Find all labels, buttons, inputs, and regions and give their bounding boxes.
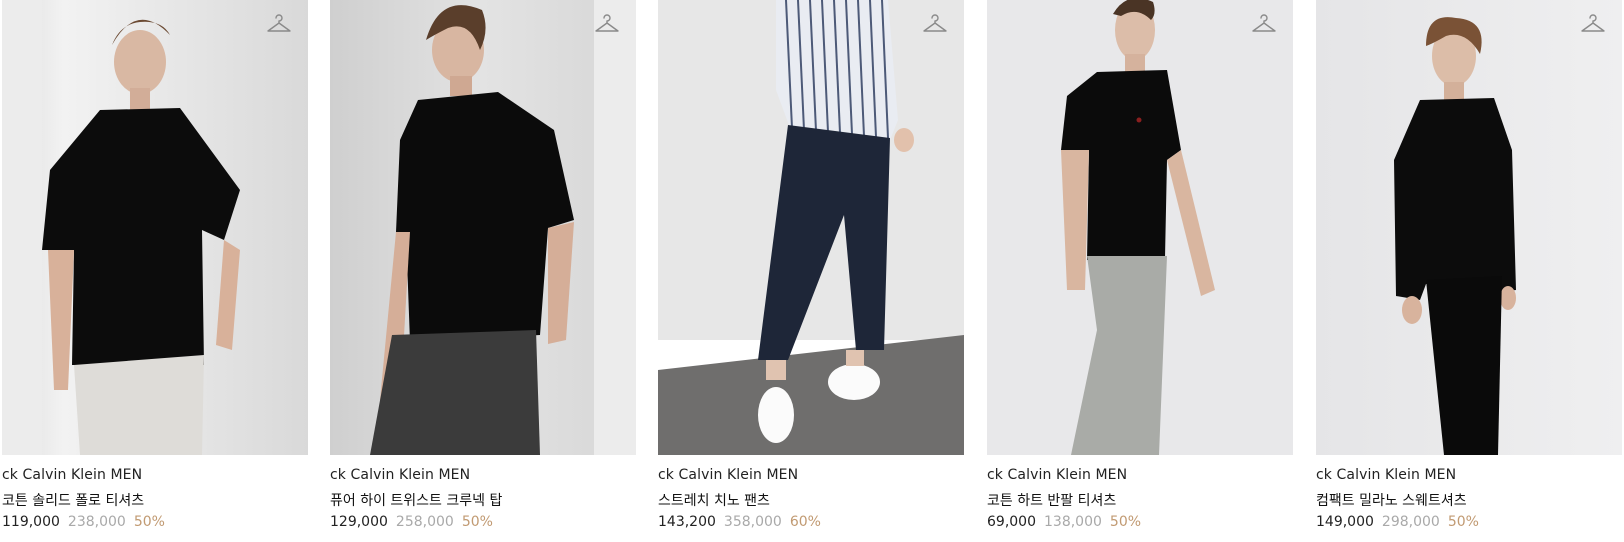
brand-name[interactable]: ck Calvin Klein MEN — [658, 467, 798, 483]
product-card[interactable]: ck Calvin Klein MEN 스트레치 치노 팬츠 143,200 35… — [658, 0, 964, 542]
hanger-icon[interactable] — [1580, 12, 1606, 34]
product-image[interactable] — [330, 0, 636, 455]
brand-name[interactable]: ck Calvin Klein MEN — [987, 467, 1127, 483]
product-photo-sweatshirt — [1316, 0, 1622, 455]
product-photo-polo — [2, 0, 308, 455]
discount-rate: 50% — [461, 514, 493, 530]
brand-name[interactable]: ck Calvin Klein MEN — [1316, 467, 1456, 483]
sale-price: 129,000 — [330, 514, 388, 530]
hanger-icon[interactable] — [594, 12, 620, 34]
original-price: 138,000 — [1044, 514, 1102, 530]
product-image[interactable] — [658, 0, 964, 455]
price-row: 129,000 258,000 50% — [330, 514, 493, 530]
product-grid: ck Calvin Klein MEN 코튼 솔리드 폴로 티셔츠 119,00… — [0, 0, 1624, 542]
product-photo-chino — [658, 0, 964, 455]
price-row: 119,000 238,000 50% — [2, 514, 165, 530]
product-name[interactable]: 컴팩트 밀라노 스웨트셔츠 — [1316, 490, 1467, 510]
original-price: 258,000 — [395, 514, 454, 530]
product-name[interactable]: 퓨어 하이 트위스트 크루넥 탑 — [330, 490, 502, 510]
price-row: 143,200 358,000 60% — [658, 514, 821, 530]
product-image[interactable] — [987, 0, 1293, 455]
product-name[interactable]: 스트레치 치노 팬츠 — [658, 490, 770, 510]
brand-name[interactable]: ck Calvin Klein MEN — [330, 467, 470, 483]
product-photo-heart-tee — [987, 0, 1293, 455]
product-image[interactable] — [1316, 0, 1622, 455]
product-image[interactable] — [2, 0, 308, 455]
discount-rate: 50% — [1109, 514, 1142, 530]
price-row: 149,000 298,000 50% — [1316, 514, 1479, 530]
original-price: 238,000 — [67, 514, 126, 530]
product-card[interactable]: ck Calvin Klein MEN 컴팩트 밀라노 스웨트셔츠 149,00… — [1316, 0, 1622, 542]
sale-price: 143,200 — [658, 514, 716, 530]
hanger-icon[interactable] — [266, 12, 292, 34]
product-photo-crewneck — [330, 0, 636, 455]
product-card[interactable]: ck Calvin Klein MEN 퓨어 하이 트위스트 크루넥 탑 129… — [330, 0, 636, 542]
brand-name[interactable]: ck Calvin Klein MEN — [2, 467, 142, 483]
original-price: 298,000 — [1381, 514, 1440, 530]
sale-price: 119,000 — [2, 514, 60, 530]
price-row: 69,000 138,000 50% — [987, 514, 1141, 530]
discount-rate: 50% — [133, 514, 165, 530]
product-card[interactable]: ck Calvin Klein MEN 코튼 솔리드 폴로 티셔츠 119,00… — [2, 0, 308, 542]
hanger-icon[interactable] — [922, 12, 948, 34]
hanger-icon[interactable] — [1251, 12, 1277, 34]
discount-rate: 50% — [1447, 514, 1479, 530]
product-name[interactable]: 코튼 솔리드 폴로 티셔츠 — [2, 490, 144, 510]
product-name[interactable]: 코튼 하트 반팔 티셔츠 — [987, 490, 1116, 510]
sale-price: 149,000 — [1316, 514, 1374, 530]
discount-rate: 60% — [789, 514, 821, 530]
original-price: 358,000 — [723, 514, 782, 530]
product-card[interactable]: ck Calvin Klein MEN 코튼 하트 반팔 티셔츠 69,000 1… — [987, 0, 1293, 542]
sale-price: 69,000 — [987, 514, 1036, 530]
